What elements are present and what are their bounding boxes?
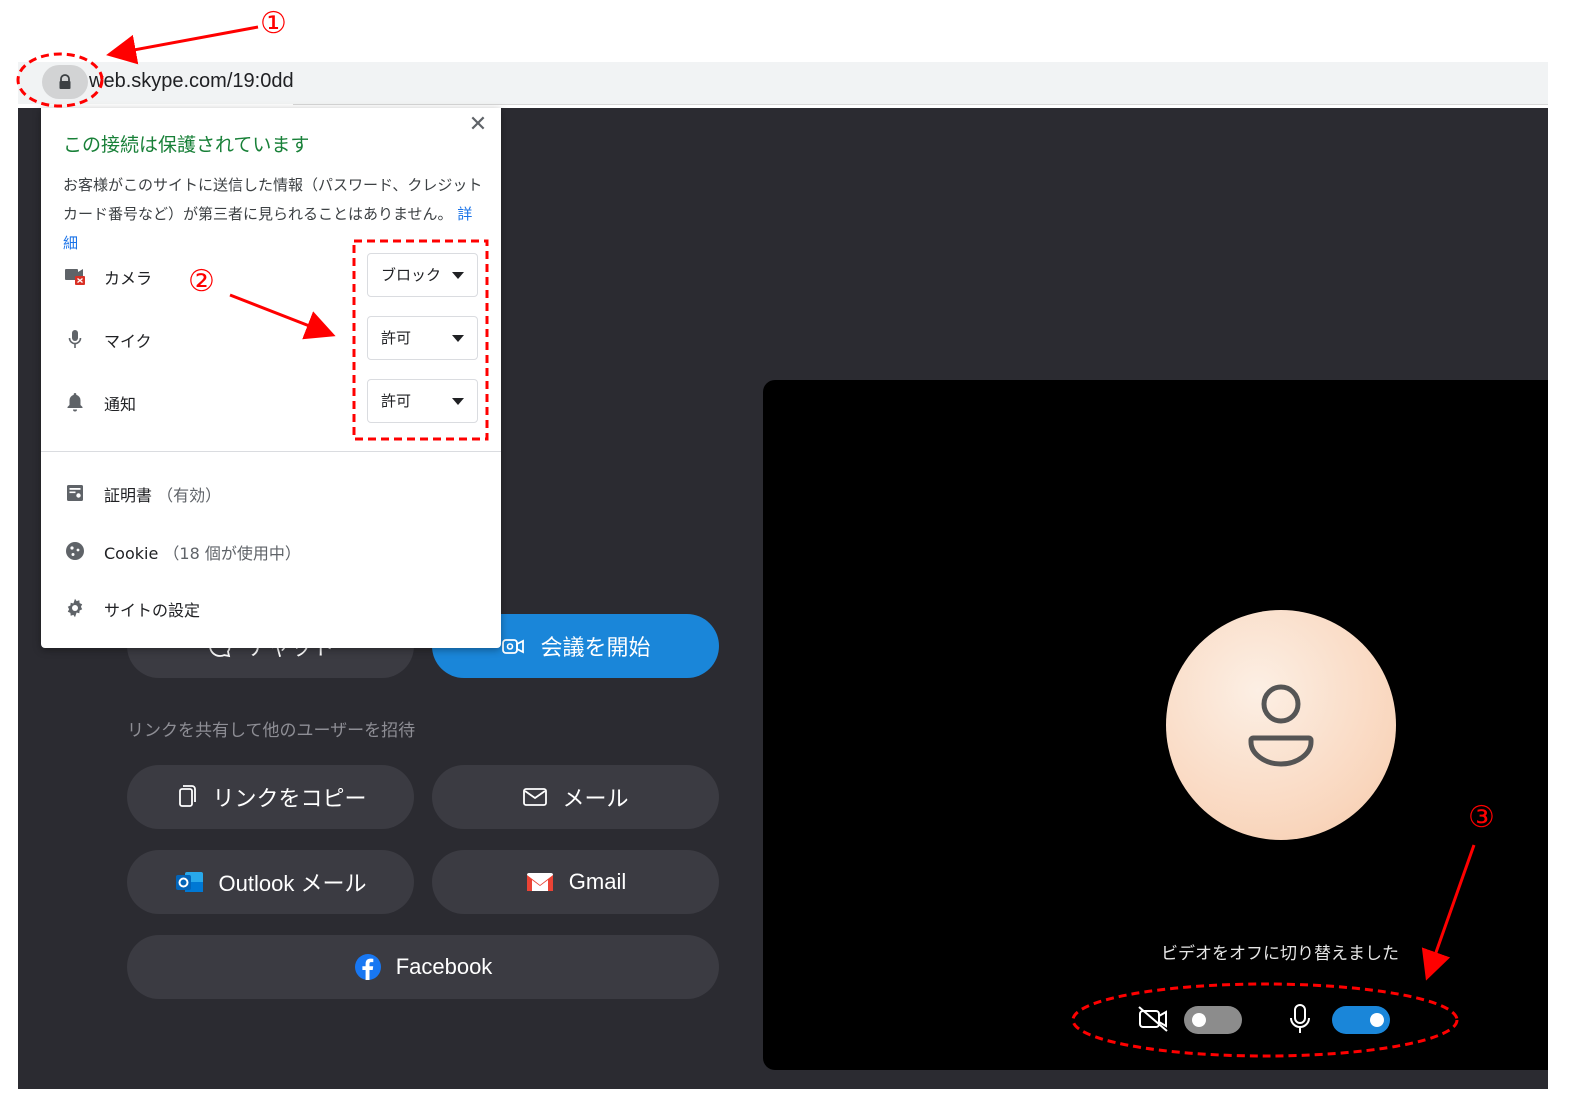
mic-permission-select[interactable]: 許可 xyxy=(367,316,478,360)
facebook-button[interactable]: Facebook xyxy=(127,935,719,999)
connection-description: お客様がこのサイトに送信した情報（パスワード、クレジット カード番号など）が第三… xyxy=(63,171,483,258)
annotation-number-2: ② xyxy=(188,264,215,299)
avatar xyxy=(1166,610,1396,840)
gmail-button[interactable]: Gmail xyxy=(432,850,719,914)
certificate-row[interactable]: 証明書 （有効） xyxy=(104,482,221,506)
video-toggle[interactable] xyxy=(1184,1006,1242,1034)
gear-icon xyxy=(64,597,86,619)
person-icon xyxy=(1248,684,1314,767)
annotation-number-1: ① xyxy=(260,6,287,41)
mail-icon xyxy=(522,786,548,808)
certificate-label: 証明書 xyxy=(104,486,153,505)
screenshot: web.skype.com/19:0dd チャット 会議を開始 リンクを共有して… xyxy=(0,0,1582,1116)
outlook-button[interactable]: Outlook メール xyxy=(127,850,414,914)
popup-divider xyxy=(41,451,501,452)
copy-icon xyxy=(174,784,198,810)
mic-toggle-knob xyxy=(1370,1013,1384,1027)
chevron-down-icon xyxy=(452,272,464,279)
certificate-icon xyxy=(64,482,86,504)
camera-label: カメラ xyxy=(104,269,153,288)
connection-secure-title: この接続は保護されています xyxy=(63,134,310,156)
connection-description-text: お客様がこのサイトに送信した情報（パスワード、クレジット カード番号など）が第三… xyxy=(63,176,483,223)
outlook-icon xyxy=(175,869,205,895)
video-preview xyxy=(763,380,1548,1070)
facebook-label: Facebook xyxy=(395,954,493,979)
video-call-icon xyxy=(500,633,526,659)
cookie-status: （18 個が使用中） xyxy=(163,544,301,563)
copy-link-button[interactable]: リンクをコピー xyxy=(127,765,414,829)
copy-link-label: リンクをコピー xyxy=(212,786,367,811)
mic-icon xyxy=(64,328,86,350)
annotation-number-3: ③ xyxy=(1468,800,1495,835)
lock-icon xyxy=(59,74,71,89)
start-meeting-label: 会議を開始 xyxy=(540,635,651,660)
notification-permission-select[interactable]: 許可 xyxy=(367,379,478,423)
outlook-label: Outlook メール xyxy=(218,871,367,896)
camera-permission-value: ブロック xyxy=(381,266,442,284)
url-text[interactable]: web.skype.com/19:0dd xyxy=(89,70,295,93)
share-invite-label: リンクを共有して他のユーザーを招待 xyxy=(127,721,416,740)
microphone-icon xyxy=(1288,1003,1312,1039)
notification-permission-value: 許可 xyxy=(381,392,412,410)
video-status-text: ビデオをオフに切り替えました xyxy=(1161,944,1399,963)
email-button[interactable]: メール xyxy=(432,765,719,829)
chevron-down-icon xyxy=(452,335,464,342)
site-settings-link[interactable]: サイトの設定 xyxy=(104,597,200,621)
video-toggle-knob xyxy=(1192,1013,1206,1027)
email-label: メール xyxy=(562,786,629,811)
certificate-status: （有効） xyxy=(157,486,222,505)
video-off-icon xyxy=(1137,1005,1169,1037)
site-info-button[interactable] xyxy=(42,65,88,99)
bell-icon xyxy=(64,391,86,413)
gmail-icon xyxy=(525,870,555,894)
camera-permission-select[interactable]: ブロック xyxy=(367,253,478,297)
cookie-label: Cookie xyxy=(104,544,159,563)
cookie-row[interactable]: Cookie （18 個が使用中） xyxy=(104,540,301,564)
gmail-label: Gmail xyxy=(568,869,627,894)
mic-label: マイク xyxy=(104,332,152,351)
cookie-icon xyxy=(64,540,86,562)
notification-label: 通知 xyxy=(104,395,137,414)
chevron-down-icon xyxy=(452,398,464,405)
annotation-arrow-1 xyxy=(106,25,259,65)
close-icon[interactable]: ✕ xyxy=(466,112,490,137)
facebook-icon xyxy=(354,953,382,981)
camera-blocked-icon xyxy=(64,265,86,287)
mic-permission-value: 許可 xyxy=(381,329,412,347)
mic-toggle[interactable] xyxy=(1332,1006,1390,1034)
